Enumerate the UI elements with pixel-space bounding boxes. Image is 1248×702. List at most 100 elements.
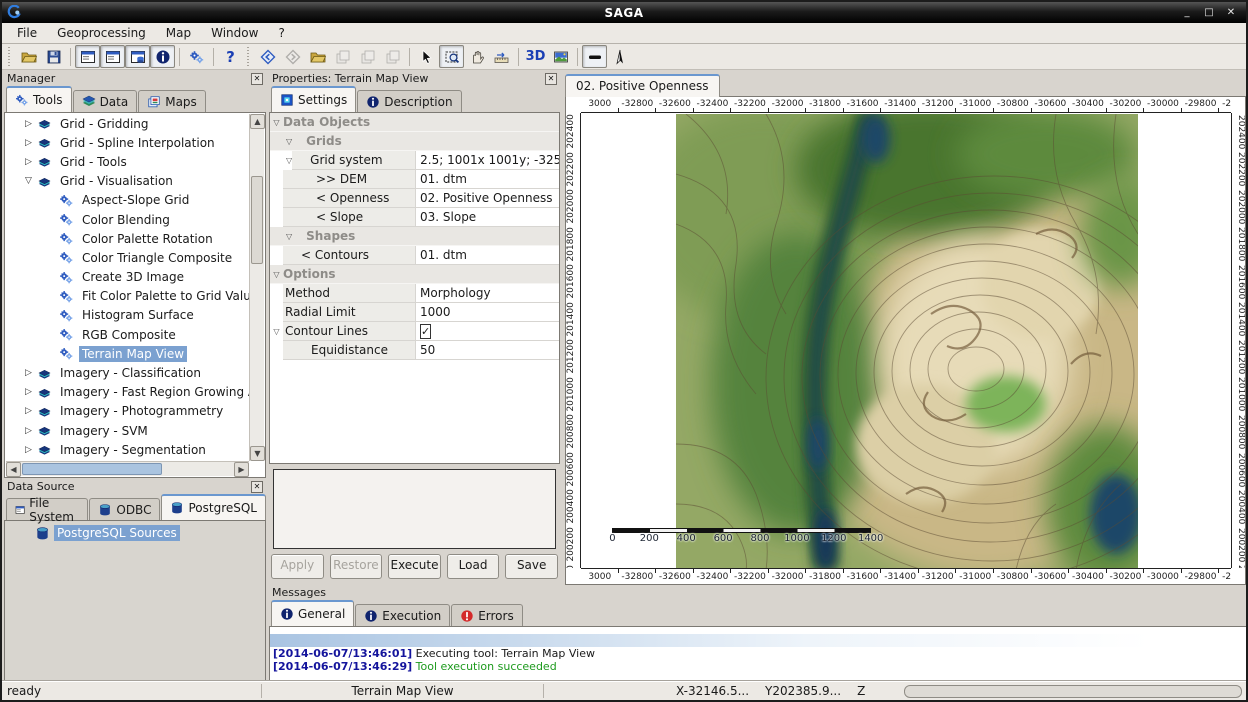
tools-button[interactable] bbox=[184, 45, 209, 68]
menu-window[interactable]: Window bbox=[202, 24, 267, 42]
apply-map-button[interactable] bbox=[355, 45, 380, 68]
tree-item-color-palette-rotation[interactable]: Color Palette Rotation bbox=[6, 229, 249, 248]
row-equidistance[interactable]: Equidistance50 bbox=[270, 341, 559, 360]
tree-item-imagery-photogrammetry[interactable]: ▷Imagery - Photogrammetry bbox=[6, 402, 249, 421]
tree-item-rgb-composite[interactable]: RGB Composite bbox=[6, 325, 249, 344]
tab-file-system[interactable]: File System bbox=[6, 498, 88, 520]
tree-item-grid-gridding[interactable]: ▷Grid - Gridding bbox=[6, 114, 249, 133]
tree-item-fit-color-palette[interactable]: Fit Color Palette to Grid Values bbox=[6, 287, 249, 306]
selected-log-line[interactable] bbox=[270, 634, 1247, 647]
manager-close-icon[interactable]: ✕ bbox=[251, 73, 263, 85]
tab-postgresql[interactable]: PostgreSQL bbox=[161, 494, 266, 520]
open-button[interactable] bbox=[16, 45, 41, 68]
save-button[interactable] bbox=[41, 45, 66, 68]
tab-maps[interactable]: Maps bbox=[138, 90, 206, 112]
messages-log[interactable]: [2014-06-07/13:46:01] Executing tool: Te… bbox=[269, 626, 1248, 681]
toolbar-grip[interactable] bbox=[7, 47, 13, 67]
tree-item-histogram-surface[interactable]: Histogram Surface bbox=[6, 306, 249, 325]
tab-execution[interactable]: Execution bbox=[355, 604, 450, 626]
tree-item-imagery-svm[interactable]: ▷Imagery - SVM bbox=[6, 421, 249, 440]
tab-description[interactable]: Description bbox=[357, 90, 461, 112]
row-dem[interactable]: >> DEM01. dtm bbox=[270, 170, 559, 189]
row-method[interactable]: MethodMorphology bbox=[270, 284, 559, 303]
group-shapes[interactable]: ▽Shapes bbox=[270, 227, 559, 246]
show-properties-toggle[interactable] bbox=[100, 45, 125, 68]
tree-item-imagery-segmentation[interactable]: ▷Imagery - Segmentation bbox=[6, 440, 249, 459]
tool-gears-icon bbox=[59, 289, 74, 304]
zoom-tool-button[interactable] bbox=[439, 45, 464, 68]
row-slope[interactable]: < Slope03. Slope bbox=[270, 208, 559, 227]
tab-errors[interactable]: Errors bbox=[451, 604, 523, 626]
north-arrow-toggle[interactable] bbox=[607, 45, 632, 68]
row-grid-system[interactable]: ▽Grid system2.5; 1001x 1001y; -32500 bbox=[270, 151, 559, 170]
map-tab[interactable]: 02. Positive Openness bbox=[565, 74, 720, 97]
menu-map[interactable]: Map bbox=[157, 24, 200, 42]
group-options[interactable]: ▽Options bbox=[270, 265, 559, 284]
tab-data[interactable]: Data bbox=[73, 90, 138, 112]
menu-geoprocessing[interactable]: Geoprocessing bbox=[48, 24, 155, 42]
tree-item-grid-tools[interactable]: ▷Grid - Tools bbox=[6, 152, 249, 171]
load-button[interactable]: Load bbox=[447, 554, 500, 579]
tree-item-create-3d-image[interactable]: Create 3D Image bbox=[6, 268, 249, 287]
tree-item-grid-visualisation[interactable]: ▽Grid - Visualisation bbox=[6, 172, 249, 191]
scroll-right-icon[interactable]: ▶ bbox=[234, 462, 249, 477]
scroll-up-icon[interactable]: ▲ bbox=[250, 114, 265, 129]
tab-odbc[interactable]: ODBC bbox=[89, 498, 160, 520]
menu-file[interactable]: File bbox=[8, 24, 46, 42]
scalebar-toggle[interactable] bbox=[582, 45, 607, 68]
show-data-source-toggle[interactable] bbox=[125, 45, 150, 68]
tree-item-terrain-map-view[interactable]: Terrain Map View bbox=[6, 344, 249, 363]
scroll-left-icon[interactable]: ◀ bbox=[6, 462, 21, 477]
pan-tool-button[interactable] bbox=[464, 45, 489, 68]
row-contour-lines[interactable]: ▽Contour Lines✓ bbox=[270, 322, 559, 341]
tree-vertical-scrollbar[interactable]: ▲ ▼ bbox=[249, 114, 264, 461]
open-map-settings-button[interactable] bbox=[305, 45, 330, 68]
contour-lines-checkbox[interactable]: ✓ bbox=[420, 324, 431, 339]
row-contours[interactable]: < Contours01. dtm bbox=[270, 246, 559, 265]
restore-button[interactable]: Restore bbox=[330, 554, 383, 579]
tab-general[interactable]: General bbox=[271, 600, 354, 626]
group-grids[interactable]: ▽Grids bbox=[270, 132, 559, 151]
close-button[interactable]: ✕ bbox=[1224, 7, 1238, 18]
execute-button[interactable]: Execute bbox=[388, 554, 441, 579]
apply-button[interactable]: Apply bbox=[271, 554, 324, 579]
data-source-caption: Data Source ✕ bbox=[4, 479, 266, 494]
menu-help[interactable]: ? bbox=[269, 24, 293, 42]
tab-settings[interactable]: Settings bbox=[271, 86, 356, 112]
data-source-close-icon[interactable]: ✕ bbox=[251, 481, 263, 493]
copy-map-button[interactable] bbox=[380, 45, 405, 68]
map-toolbar-grip[interactable] bbox=[246, 47, 252, 67]
help-button[interactable]: ? bbox=[218, 45, 243, 68]
row-radial-limit[interactable]: Radial Limit1000 bbox=[270, 303, 559, 322]
tree-item-color-blending[interactable]: Color Blending bbox=[6, 210, 249, 229]
zoom-last-button[interactable] bbox=[255, 45, 280, 68]
ruler-label: 200400 bbox=[566, 488, 580, 526]
scroll-down-icon[interactable]: ▼ bbox=[250, 446, 265, 461]
save-parameters-button[interactable]: Save bbox=[505, 554, 558, 579]
row-openness[interactable]: < Openness02. Positive Openness bbox=[270, 189, 559, 208]
tree-horizontal-scrollbar[interactable]: ◀ ▶ bbox=[6, 461, 249, 476]
map-canvas[interactable]: 0200400600800100012001400 bbox=[581, 114, 1231, 568]
vertical-scroll-thumb[interactable] bbox=[251, 176, 263, 264]
tree-item-imagery-classification[interactable]: ▷Imagery - Classification bbox=[6, 363, 249, 382]
save-as-image-button[interactable] bbox=[548, 45, 573, 68]
tree-item-aspect-slope-grid[interactable]: Aspect-Slope Grid bbox=[6, 191, 249, 210]
pointer-tool-button[interactable] bbox=[414, 45, 439, 68]
zoom-next-button[interactable] bbox=[280, 45, 305, 68]
tab-tools[interactable]: Tools bbox=[6, 86, 72, 112]
measure-tool-button[interactable] bbox=[489, 45, 514, 68]
view-3d-button[interactable]: 3D bbox=[523, 45, 548, 68]
maximize-button[interactable]: □ bbox=[1202, 7, 1216, 18]
show-messages-toggle[interactable] bbox=[150, 45, 175, 68]
tree-item-color-triangle-composite[interactable]: Color Triangle Composite bbox=[6, 248, 249, 267]
tree-item-imagery-fast-region-growing[interactable]: ▷Imagery - Fast Region Growing Algorithm bbox=[6, 383, 249, 402]
group-data-objects[interactable]: ▽Data Objects bbox=[270, 113, 559, 132]
tree-item-grid-spline[interactable]: ▷Grid - Spline Interpolation bbox=[6, 133, 249, 152]
properties-close-icon[interactable]: ✕ bbox=[545, 73, 557, 85]
save-map-button[interactable] bbox=[330, 45, 355, 68]
title-bar[interactable]: SAGA _ □ ✕ bbox=[2, 2, 1246, 23]
show-manager-toggle[interactable] bbox=[75, 45, 100, 68]
minimize-button[interactable]: _ bbox=[1180, 7, 1194, 18]
horizontal-scroll-thumb[interactable] bbox=[22, 463, 162, 475]
postgresql-sources-item[interactable]: PostgreSQL Sources bbox=[35, 525, 265, 541]
